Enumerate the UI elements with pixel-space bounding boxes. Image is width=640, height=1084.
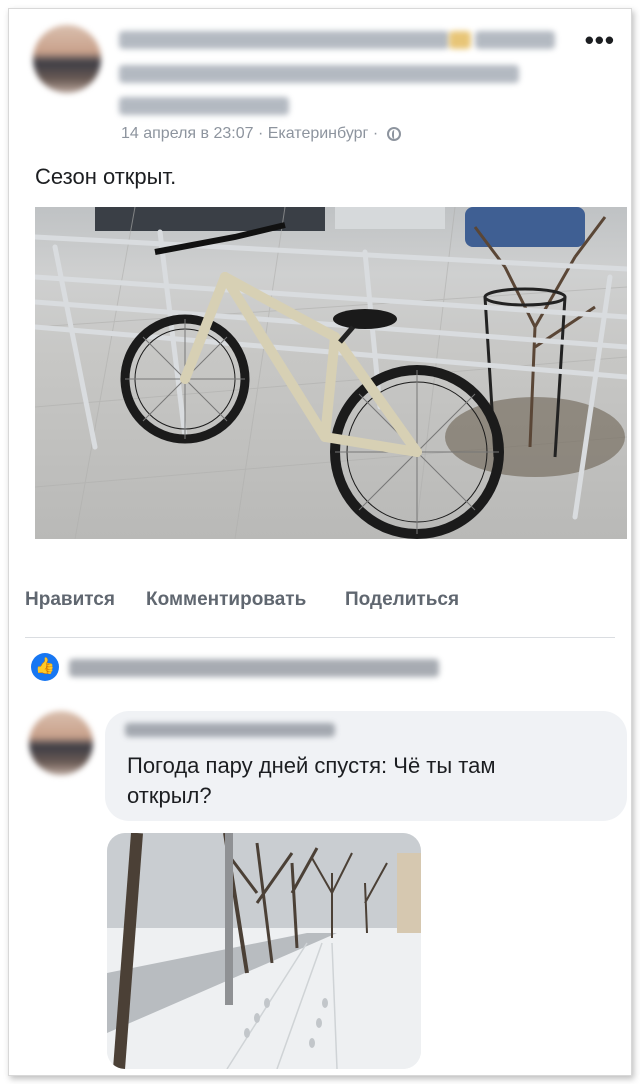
- commenter-avatar[interactable]: [29, 711, 93, 775]
- facebook-post-card: ••• 14 апреля в 23:07 · Екатеринбург · С…: [8, 8, 632, 1076]
- likers-names-blurred[interactable]: [69, 659, 439, 677]
- author-avatar[interactable]: [33, 25, 101, 93]
- thumbs-up-icon: 👍: [31, 653, 59, 681]
- post-timestamp-location[interactable]: 14 апреля в 23:07 · Екатеринбург ·: [121, 125, 378, 142]
- comment-text: Погода пару дней спустя: Чё ты там откры…: [127, 753, 496, 808]
- blurred-emoji: [449, 31, 471, 49]
- globe-icon: [386, 127, 401, 141]
- author-name-blurred[interactable]: [119, 31, 449, 49]
- like-button[interactable]: Нравится: [25, 589, 115, 611]
- comment-button[interactable]: Комментировать: [146, 589, 306, 611]
- post-text: Сезон открыт.: [35, 164, 177, 189]
- post-meta: 14 апреля в 23:07 · Екатеринбург ·: [121, 125, 401, 143]
- commenter-name-blurred[interactable]: [125, 723, 335, 737]
- share-button[interactable]: Поделиться: [345, 589, 459, 611]
- post-action-bar: Нравится Комментировать Поделиться: [9, 589, 631, 619]
- blurred-text: [119, 65, 519, 83]
- bicycle-illustration: [35, 207, 627, 539]
- blurred-text: [475, 31, 555, 49]
- more-options-icon[interactable]: •••: [585, 27, 615, 53]
- comment-photo-snow[interactable]: [107, 833, 421, 1069]
- blurred-text: [119, 97, 289, 115]
- snowy-street-illustration: [107, 833, 421, 1069]
- post-photo-bicycle[interactable]: [35, 207, 627, 539]
- action-divider: [25, 637, 615, 638]
